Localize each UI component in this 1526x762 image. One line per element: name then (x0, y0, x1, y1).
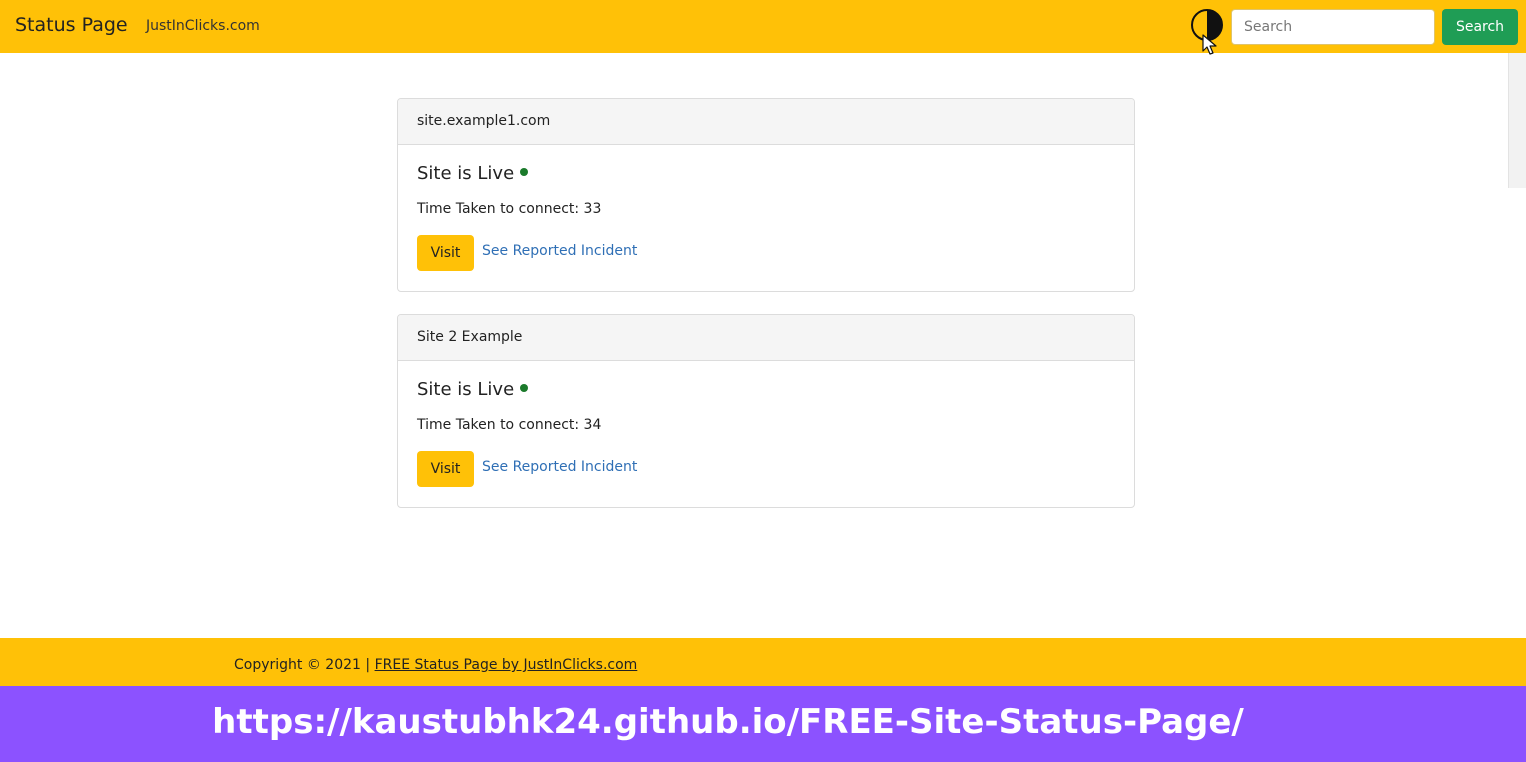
site-status: Site is Live (417, 163, 529, 184)
site-card: Site 2 Example Site is Live Time Taken t… (397, 314, 1135, 508)
connect-time: Time Taken to connect: 33 (417, 201, 602, 217)
edge-artifact (1508, 53, 1526, 188)
site-status: Site is Live (417, 379, 529, 400)
site-status-text: Site is Live (417, 379, 515, 400)
brand-link[interactable]: Status Page (15, 14, 128, 36)
site-card-header: site.example1.com (398, 99, 1134, 145)
banner-url: https://kaustubhk24.github.io/FREE-Site-… (212, 702, 1244, 742)
reported-incident-link[interactable]: See Reported Incident (482, 459, 637, 475)
footer: Copyright © 2021 | FREE Status Page by J… (0, 638, 1526, 686)
status-page: Status Page JustInClicks.com Search site… (0, 0, 1526, 762)
copyright-text: Copyright © 2021 | (234, 657, 375, 673)
site-card-header: Site 2 Example (398, 315, 1134, 361)
navbar: Status Page JustInClicks.com Search (0, 0, 1526, 53)
footer-text: Copyright © 2021 | FREE Status Page by J… (234, 657, 637, 673)
nav-link-justinclicks[interactable]: JustInClicks.com (146, 18, 260, 34)
site-status-text: Site is Live (417, 163, 515, 184)
visit-button[interactable]: Visit (417, 235, 474, 271)
status-dot-icon (520, 384, 529, 392)
site-card: site.example1.com Site is Live Time Take… (397, 98, 1135, 292)
status-dot-icon (520, 168, 529, 176)
search-button[interactable]: Search (1442, 9, 1518, 45)
mouse-cursor-icon (1202, 34, 1217, 55)
footer-link[interactable]: FREE Status Page by JustInClicks.com (375, 657, 638, 673)
search-input[interactable] (1231, 9, 1435, 45)
visit-button[interactable]: Visit (417, 451, 474, 487)
reported-incident-link[interactable]: See Reported Incident (482, 243, 637, 259)
connect-time: Time Taken to connect: 34 (417, 417, 602, 433)
url-banner: https://kaustubhk24.github.io/FREE-Site-… (0, 686, 1526, 762)
